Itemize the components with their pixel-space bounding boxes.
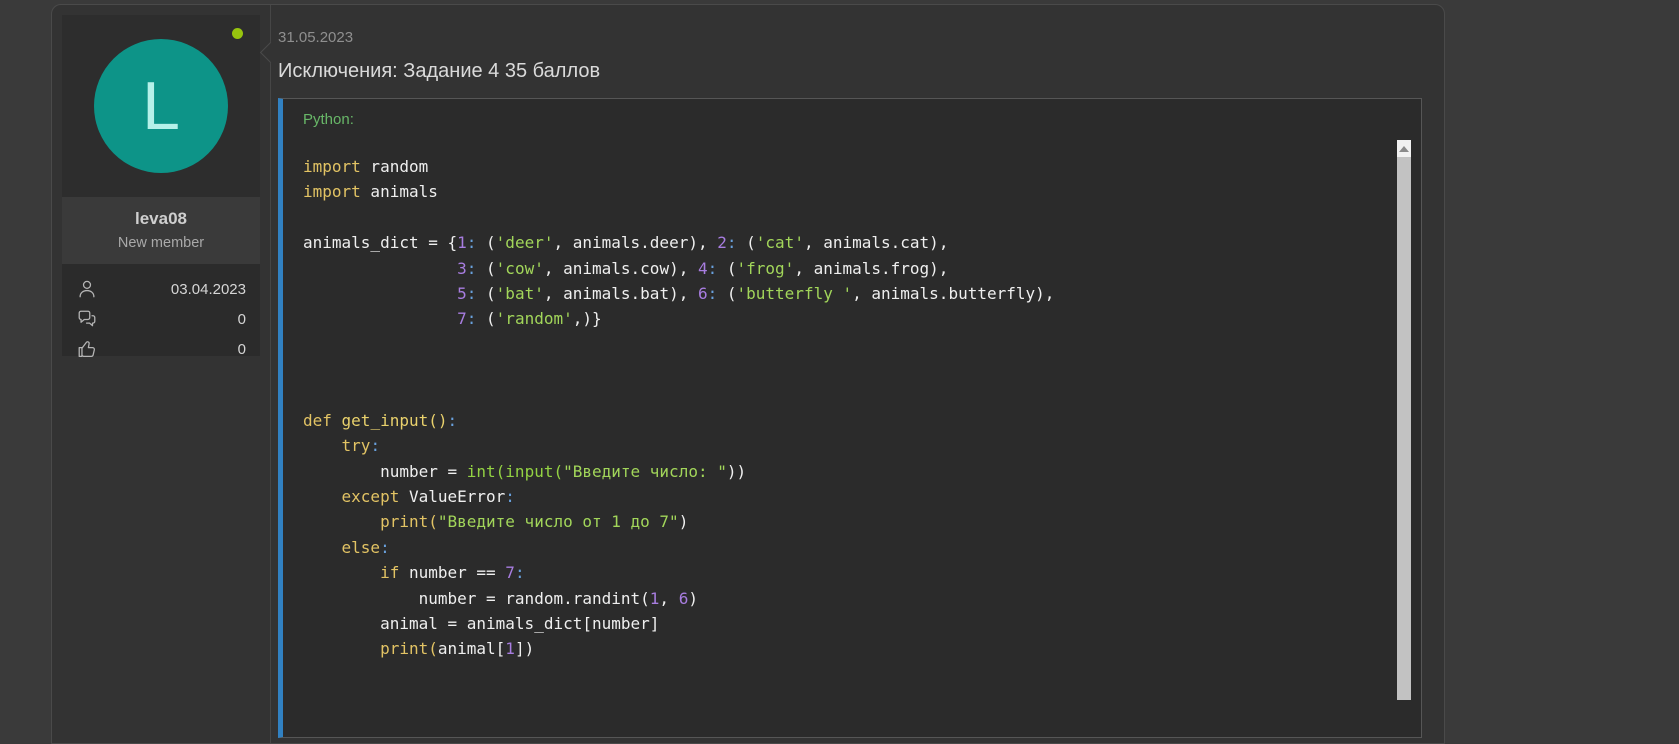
code-line: import random xyxy=(303,154,1411,179)
online-indicator-dot xyxy=(232,28,243,39)
post-title: Исключения: Задание 4 35 баллов xyxy=(278,60,1422,83)
username-link[interactable]: leva08 xyxy=(68,209,254,229)
avatar-box: L xyxy=(62,15,260,197)
code-line: number = random.randint(1, 6) xyxy=(303,586,1411,611)
user-stats: 03.04.2023 0 0 xyxy=(62,264,260,356)
likes-icon xyxy=(76,338,98,360)
code-line: else: xyxy=(303,535,1411,560)
code-line: print("Введите число от 1 до 7") xyxy=(303,509,1411,534)
stat-row-messages: 0 xyxy=(76,304,246,334)
code-line xyxy=(303,383,1411,408)
user-meta: leva08 New member xyxy=(62,197,260,264)
scrollbar-thumb[interactable] xyxy=(1397,157,1411,700)
code-line: print(animal[1]) xyxy=(303,636,1411,661)
user-role-label: New member xyxy=(68,235,254,251)
code-block: Python: import randomimport animals anima… xyxy=(278,98,1422,738)
code-line: except ValueError: xyxy=(303,484,1411,509)
code-content: import randomimport animals animals_dict … xyxy=(303,140,1411,662)
code-line: animals_dict = {1: ('deer', animals.deer… xyxy=(303,230,1411,255)
code-line xyxy=(303,357,1411,382)
code-scrollbar[interactable] xyxy=(1397,140,1411,700)
code-line xyxy=(303,205,1411,230)
avatar-letter: L xyxy=(142,72,180,140)
stat-row-joined: 03.04.2023 xyxy=(76,274,246,304)
post-date[interactable]: 31.05.2023 xyxy=(278,29,353,46)
avatar[interactable]: L xyxy=(94,39,228,173)
code-scroll-area[interactable]: import randomimport animals animals_dict … xyxy=(303,140,1411,700)
code-line: def get_input(): xyxy=(303,408,1411,433)
code-line: 3: ('cow', animals.cow), 4: ('frog', ani… xyxy=(303,256,1411,281)
post-content-cell: 31.05.2023 Исключения: Задание 4 35 балл… xyxy=(270,5,1444,743)
code-line: import animals xyxy=(303,179,1411,204)
code-line: try: xyxy=(303,433,1411,458)
messages-icon xyxy=(76,308,98,330)
code-language-label: Python: xyxy=(303,111,1421,128)
messages-count-value: 0 xyxy=(238,311,246,328)
stat-row-likes: 0 xyxy=(76,334,246,364)
scrollbar-up-button[interactable] xyxy=(1397,140,1411,157)
code-line: if number == 7: xyxy=(303,560,1411,585)
user-icon xyxy=(76,278,98,300)
code-line: number = int(input("Введите число: ")) xyxy=(303,459,1411,484)
code-line: animal = animals_dict[number] xyxy=(303,611,1411,636)
code-line: 7: ('random',)} xyxy=(303,306,1411,331)
joined-date-value: 03.04.2023 xyxy=(171,281,246,298)
user-cell: L leva08 New member 03.04.2023 0 xyxy=(52,5,270,743)
code-line xyxy=(303,332,1411,357)
forum-post-card: L leva08 New member 03.04.2023 0 xyxy=(51,4,1445,744)
code-line: 5: ('bat', animals.bat), 6: ('butterfly … xyxy=(303,281,1411,306)
likes-count-value: 0 xyxy=(238,341,246,358)
